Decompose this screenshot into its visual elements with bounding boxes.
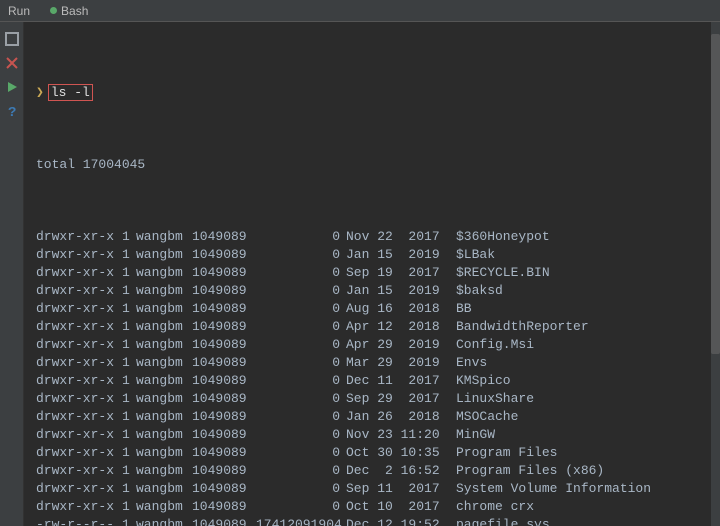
ls-row: drwxr-xr-x1wangbm10490890Jan 26 2018MSOC… — [36, 408, 708, 426]
ls-row: drwxr-xr-x1wangbm10490890Oct 10 2017chro… — [36, 498, 708, 516]
status-dot-icon — [50, 7, 57, 14]
run-window-header: Run Bash — [0, 0, 720, 22]
ls-row: drwxr-xr-x1wangbm10490890Nov 22 2017$360… — [36, 228, 708, 246]
svg-text:?: ? — [8, 105, 16, 118]
prompt-line: ❯ ls -l — [36, 84, 708, 102]
rerun-button[interactable] — [5, 80, 19, 94]
ls-row: -rw-r--r--1wangbm104908917412091904Dec 1… — [36, 516, 708, 526]
ls-row: drwxr-xr-x1wangbm10490890Aug 16 2018BB — [36, 300, 708, 318]
run-title: Run — [8, 4, 30, 18]
ls-row: drwxr-xr-x1wangbm10490890Mar 29 2019Envs — [36, 354, 708, 372]
cmd-ls: ls -l — [48, 84, 93, 101]
ls-row: drwxr-xr-x1wangbm10490890Jan 15 2019$LBa… — [36, 246, 708, 264]
stop-button[interactable] — [5, 32, 19, 46]
scrollbar-thumb[interactable] — [711, 34, 720, 354]
ls-row: drwxr-xr-x1wangbm10490890Jan 15 2019$bak… — [36, 282, 708, 300]
ls-row: drwxr-xr-x1wangbm10490890Sep 19 2017$REC… — [36, 264, 708, 282]
total-line: total 17004045 — [36, 156, 708, 174]
ls-row: drwxr-xr-x1wangbm10490890Dec 11 2017KMSp… — [36, 372, 708, 390]
close-icon[interactable] — [5, 56, 19, 70]
run-tabs: Bash — [42, 1, 96, 21]
tab-label: Bash — [61, 4, 88, 18]
ls-row: drwxr-xr-x1wangbm10490890Apr 12 2018Band… — [36, 318, 708, 336]
vertical-scrollbar[interactable] — [711, 22, 720, 526]
tool-gutter: ? — [0, 22, 24, 526]
help-icon[interactable]: ? — [5, 104, 19, 118]
tab-bash[interactable]: Bash — [42, 1, 96, 21]
prompt-icon: ❯ — [36, 85, 44, 100]
ls-row: drwxr-xr-x1wangbm10490890Dec 2 16:52Prog… — [36, 462, 708, 480]
ls-row: drwxr-xr-x1wangbm10490890Oct 30 10:35Pro… — [36, 444, 708, 462]
ls-row: drwxr-xr-x1wangbm10490890Apr 29 2019Conf… — [36, 336, 708, 354]
ls-row: drwxr-xr-x1wangbm10490890Nov 23 11:20Min… — [36, 426, 708, 444]
ls-row: drwxr-xr-x1wangbm10490890Sep 11 2017Syst… — [36, 480, 708, 498]
ls-row: drwxr-xr-x1wangbm10490890Sep 29 2017Linu… — [36, 390, 708, 408]
terminal-output[interactable]: ❯ ls -l total 17004045 drwxr-xr-x1wangbm1… — [24, 22, 720, 526]
